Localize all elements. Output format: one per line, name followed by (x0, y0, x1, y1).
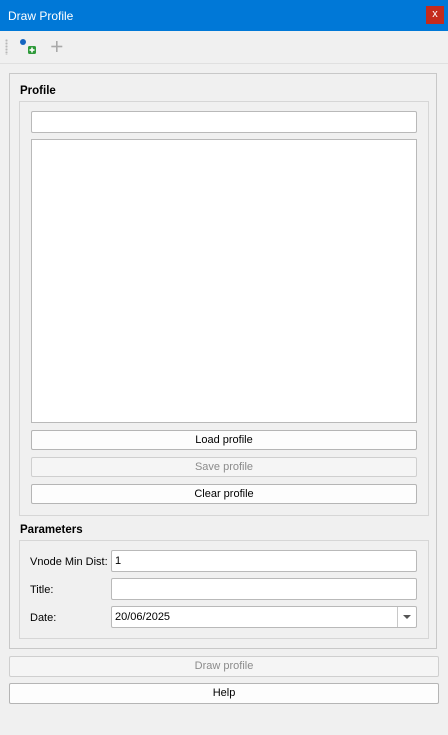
add-point-button[interactable] (18, 36, 40, 58)
toolbar-grip[interactable] (5, 39, 8, 55)
plus-icon (51, 41, 63, 52)
add-point-icon (20, 39, 36, 54)
title-field[interactable] (111, 578, 417, 600)
window-title: Draw Profile (8, 9, 74, 23)
date-label: Date: (30, 612, 57, 624)
parameters-section-title: Parameters (20, 524, 83, 536)
toolbar (0, 31, 448, 64)
vnode-min-dist-field[interactable]: 1 (111, 550, 417, 572)
date-field[interactable]: 20/06/2025 (111, 606, 417, 628)
profile-list[interactable] (31, 139, 417, 423)
close-button[interactable]: x (426, 6, 444, 24)
window-titlebar: Draw Profile x (0, 0, 448, 31)
draw-profile-button[interactable]: Draw profile (9, 656, 439, 677)
add-button[interactable] (46, 36, 68, 58)
chevron-down-icon[interactable] (397, 607, 416, 627)
load-profile-button[interactable]: Load profile (31, 430, 417, 450)
profile-name-field[interactable] (31, 111, 417, 133)
title-label: Title: (30, 584, 54, 596)
help-button[interactable]: Help (9, 683, 439, 704)
clear-profile-button[interactable]: Clear profile (31, 484, 417, 504)
vnode-min-dist-label: Vnode Min Dist: (30, 556, 108, 568)
date-value: 20/06/2025 (115, 611, 171, 623)
save-profile-button[interactable]: Save profile (31, 457, 417, 477)
profile-section-title: Profile (20, 85, 56, 97)
